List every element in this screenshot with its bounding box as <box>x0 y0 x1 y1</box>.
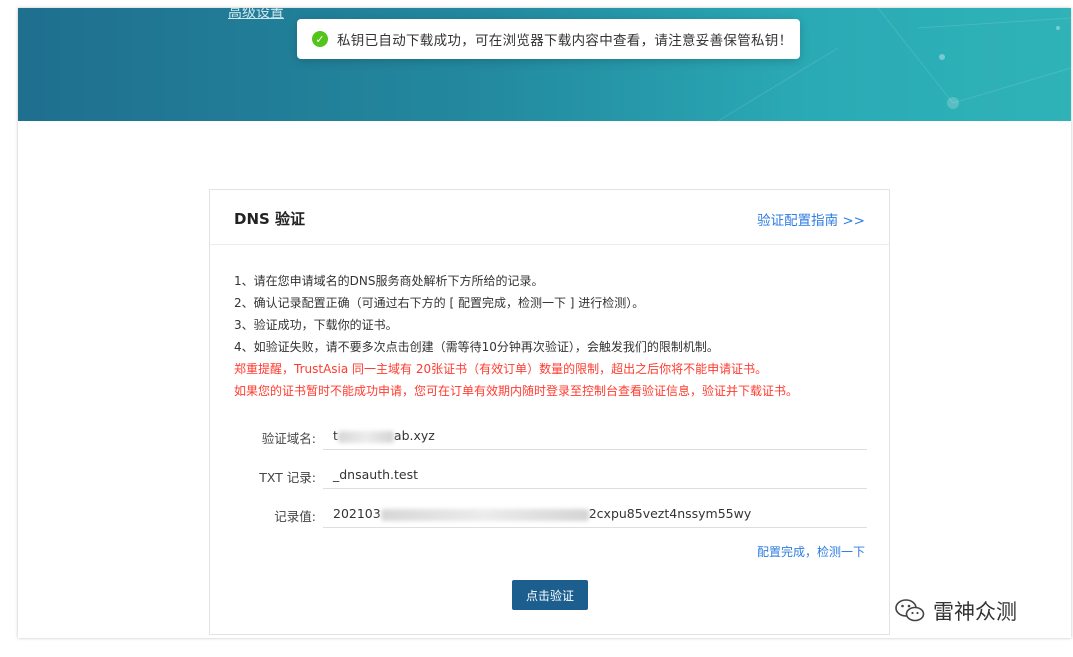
instruction-item: 1、请在您申请域名的DNS服务商处解析下方所给的记录。 <box>234 274 544 288</box>
record-value[interactable]: 202103 2cxpu85vezt4nssym55wy <box>323 500 867 528</box>
toast-message: 私钥已自动下载成功，可在浏览器下载内容中查看，请注意妥善保管私钥！ <box>337 33 793 49</box>
browser-page: 高级设置 ✓ 私钥已自动下载成功，可在浏览器下载内容中查看，请注意妥善保管私钥！… <box>18 8 1071 638</box>
card-title: DNS 验证 <box>234 210 306 228</box>
check-circle-icon: ✓ <box>312 31 328 47</box>
verify-button[interactable]: 点击验证 <box>512 580 588 610</box>
watermark: 雷神众测 <box>895 596 1017 626</box>
redacted-blur <box>337 430 394 443</box>
txt-label: TXT 记录: <box>259 470 316 485</box>
domain-value-suffix: ab.xyz <box>393 428 435 443</box>
record-value-suffix: 2cxpu85vezt4nssym55wy <box>588 506 752 521</box>
check-config-link[interactable]: 配置完成，检测一下 <box>757 543 865 560</box>
redacted-blur <box>380 508 589 521</box>
success-toast: ✓ 私钥已自动下载成功，可在浏览器下载内容中查看，请注意妥善保管私钥！ <box>297 19 800 59</box>
domain-row: 验证域名: t ab.xyz <box>234 422 867 450</box>
watermark-text: 雷神众测 <box>933 600 1017 624</box>
instruction-item: 3、验证成功，下载你的证书。 <box>234 318 398 332</box>
txt-row: TXT 记录: _dnsauth.test <box>234 461 867 489</box>
warning-text: 如果您的证书暂时不能成功申请，您可在订单有效期内随时登录至控制台查看验证信息，验… <box>234 384 799 398</box>
verification-guide-link[interactable]: 验证配置指南 >> <box>757 209 865 229</box>
instruction-item: 4、如验证失败，请不要多次点击创建（需等待10分钟再次验证），会触发我们的限制机… <box>234 340 719 354</box>
domain-value[interactable]: t ab.xyz <box>323 422 867 450</box>
wechat-icon <box>895 599 925 622</box>
record-value-prefix: 202103 <box>333 506 381 521</box>
domain-label: 验证域名: <box>261 431 316 446</box>
txt-value[interactable]: _dnsauth.test <box>323 461 867 489</box>
dns-verification-card: DNS 验证 验证配置指南 >> 1、请在您申请域名的DNS服务商处解析下方所给… <box>209 189 890 635</box>
record-row: 记录值: 202103 2cxpu85vezt4nssym55wy <box>234 500 867 528</box>
advanced-settings-link[interactable]: 高级设置 <box>228 8 284 22</box>
record-label: 记录值: <box>274 509 316 524</box>
warning-text: 郑重提醒，TrustAsia 同一主域有 20张证书（有效订单）数量的限制，超出… <box>234 362 768 376</box>
card-header: DNS 验证 验证配置指南 >> <box>210 190 889 245</box>
instructions-list: 1、请在您申请域名的DNS服务商处解析下方所给的记录。 2、确认记录配置正确（可… <box>234 270 874 402</box>
instruction-item: 2、确认记录配置正确（可通过右下方的 [ 配置完成，检测一下 ] 进行检测）。 <box>234 296 645 310</box>
